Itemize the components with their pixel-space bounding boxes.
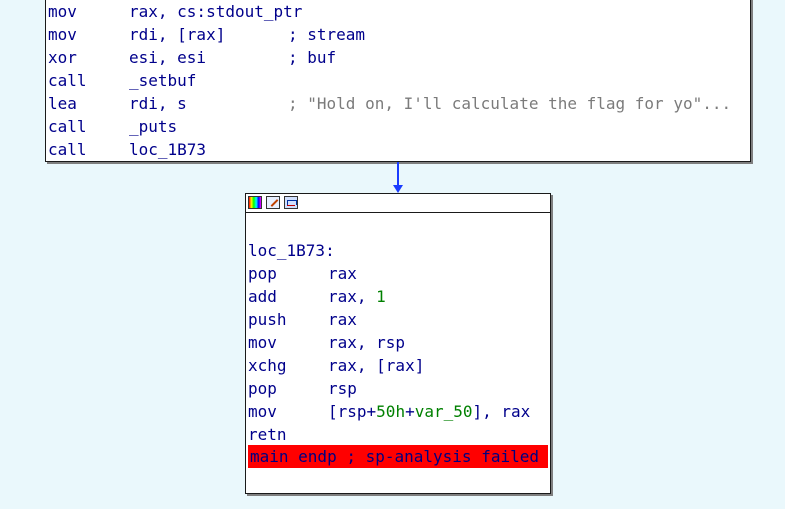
operand-part: ], rax bbox=[472, 402, 531, 421]
asm-line[interactable]: mov [rsp+50h+var_50], rax bbox=[248, 400, 530, 423]
operands: rdi, s bbox=[129, 94, 187, 113]
mnemonic: xchg bbox=[248, 356, 287, 375]
operand-immediate: 1 bbox=[376, 287, 386, 306]
operand-immediate: 50h bbox=[376, 402, 406, 421]
block-titlebar bbox=[246, 194, 550, 213]
asm-line[interactable]: mov rdi, [rax] ; stream bbox=[48, 23, 365, 46]
operands: rax bbox=[328, 264, 357, 283]
mnemonic: mov bbox=[48, 2, 77, 21]
asm-line[interactable]: call loc_1B73 bbox=[48, 138, 206, 161]
mnemonic: call bbox=[48, 140, 87, 159]
asm-line[interactable]: pop rsp bbox=[248, 377, 357, 400]
asm-line[interactable]: push rax bbox=[248, 308, 357, 331]
operand-register: rax, bbox=[328, 287, 377, 306]
label-text: loc_1B73: bbox=[248, 241, 335, 260]
asm-line[interactable]: lea rdi, s ; "Hold on, I'll calculate th… bbox=[48, 92, 731, 115]
mnemonic: lea bbox=[48, 94, 77, 113]
asm-line[interactable]: call _setbuf bbox=[48, 69, 196, 92]
rename-pencil-icon[interactable] bbox=[266, 196, 280, 209]
call-target[interactable]: loc_1B73 bbox=[129, 138, 206, 161]
color-palette-icon[interactable] bbox=[248, 196, 262, 209]
asm-line[interactable]: pop rax bbox=[248, 262, 357, 285]
mnemonic: mov bbox=[248, 402, 277, 421]
operands: [rsp+50h+var_50], rax bbox=[328, 400, 530, 423]
asm-line[interactable]: mov rax, cs:stdout_ptr bbox=[48, 0, 302, 23]
graph-view-icon[interactable] bbox=[284, 196, 298, 209]
code-block-top[interactable]: mov rax, cs:stdout_ptr mov rdi, [rax] ; … bbox=[45, 0, 751, 162]
block-label[interactable]: loc_1B73: bbox=[248, 239, 335, 262]
mnemonic: pop bbox=[248, 264, 277, 283]
flow-edge bbox=[397, 162, 399, 185]
mnemonic: xor bbox=[48, 48, 77, 67]
mnemonic: pop bbox=[248, 379, 277, 398]
endp-comment: endp ; sp-analysis failed bbox=[288, 447, 539, 466]
operand-part: [rsp+ bbox=[328, 402, 377, 421]
asm-line[interactable]: mov rax, rsp bbox=[248, 331, 405, 354]
operands: rax, 1 bbox=[328, 285, 386, 308]
code-block-loc-1b73[interactable]: loc_1B73: pop rax add rax, 1 push rax mo… bbox=[245, 193, 551, 494]
operands: _puts bbox=[129, 117, 178, 136]
operand-part: + bbox=[405, 402, 415, 421]
mnemonic: mov bbox=[248, 333, 277, 352]
flow-edge-arrowhead bbox=[393, 185, 403, 193]
error-line-text: main endp ; sp-analysis failed bbox=[250, 445, 539, 468]
operands: rax, cs:stdout_ptr bbox=[129, 2, 303, 21]
asm-line[interactable]: add rax, 1 bbox=[248, 285, 386, 308]
operands: rsp bbox=[328, 379, 357, 398]
comment: ; buf bbox=[288, 48, 337, 67]
sp-analysis-error-line[interactable]: main endp ; sp-analysis failed bbox=[248, 445, 548, 468]
mnemonic: add bbox=[248, 287, 277, 306]
string-comment: ; "Hold on, I'll calculate the flag for … bbox=[288, 94, 732, 113]
operands: rax, [rax] bbox=[328, 356, 425, 375]
mnemonic: call bbox=[48, 71, 87, 90]
asm-line[interactable]: xor esi, esi ; buf bbox=[48, 46, 336, 69]
mnemonic: retn bbox=[248, 425, 287, 444]
operands: rax bbox=[328, 310, 357, 329]
comment: ; stream bbox=[288, 25, 366, 44]
operands: _setbuf bbox=[129, 71, 197, 90]
function-name[interactable]: main bbox=[250, 447, 289, 466]
mnemonic: mov bbox=[48, 25, 77, 44]
asm-line[interactable]: retn bbox=[248, 423, 287, 446]
asm-line[interactable]: xchg rax, [rax] bbox=[248, 354, 424, 377]
mnemonic: push bbox=[248, 310, 287, 329]
operands: rdi, [rax] bbox=[129, 25, 226, 44]
asm-line[interactable]: call _puts bbox=[48, 115, 177, 138]
operand-variable[interactable]: var_50 bbox=[415, 402, 473, 421]
operands: rax, rsp bbox=[328, 333, 406, 352]
operands: esi, esi bbox=[129, 48, 207, 67]
mnemonic: call bbox=[48, 117, 87, 136]
